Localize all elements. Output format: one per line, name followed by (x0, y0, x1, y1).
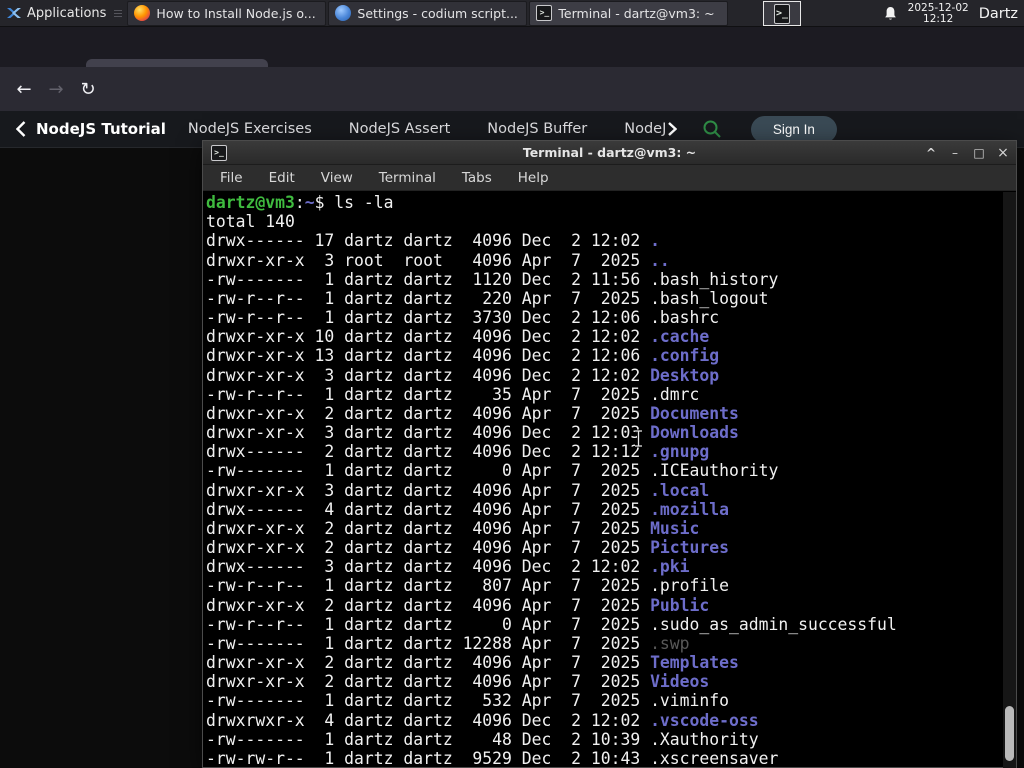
terminal-file-row: drwxr-xr-x 2 dartz dartz 4096 Apr 7 2025… (206, 653, 739, 673)
forward-button[interactable]: → (40, 74, 72, 106)
terminal-file-row: drwxr-xr-x 3 dartz dartz 4096 Apr 7 2025… (206, 480, 710, 500)
terminal-file-row: -rw-r--r-- 1 dartz dartz 35 Apr 7 2025 .… (206, 384, 700, 404)
terminal-total-line: total 140 (206, 212, 295, 232)
terminal-menu-tabs[interactable]: Tabs (462, 170, 492, 186)
shade-button[interactable]: ^ (924, 146, 938, 160)
terminal-menu-help[interactable]: Help (518, 170, 549, 186)
back-button[interactable]: ← (8, 74, 40, 106)
terminal-menu-file[interactable]: File (220, 170, 243, 186)
site-nav-link[interactable]: NodeJS Exercises (188, 121, 312, 137)
ibeam-cursor (633, 429, 644, 448)
terminal-file-row: drwxr-xr-x 3 dartz dartz 4096 Dec 2 12:0… (206, 423, 739, 443)
terminal-file-row: -rw-rw-r-- 1 dartz dartz 9529 Dec 2 10:4… (206, 748, 779, 767)
panel-handle (114, 4, 123, 22)
terminal-file-row: drwxr-xr-x 3 dartz dartz 4096 Dec 2 12:0… (206, 365, 720, 385)
terminal-file-row: -rw-r--r-- 1 dartz dartz 3730 Dec 2 12:0… (206, 308, 720, 328)
terminal-file-row: drwxr-xr-x 13 dartz dartz 4096 Dec 2 12:… (206, 346, 720, 366)
terminal-file-row: drwxr-xr-x 10 dartz dartz 4096 Dec 2 12:… (206, 327, 710, 347)
window-button-terminal[interactable]: >_ Terminal - dartz@vm3: ~ (529, 0, 729, 26)
terminal-titlebar[interactable]: >_ Terminal - dartz@vm3: ~ ^ – □ × (203, 141, 1016, 165)
distro-logo-icon (6, 5, 22, 21)
site-nav-link[interactable]: NodeJS Assert (349, 121, 451, 137)
terminal-file-row: drwxr-xr-x 2 dartz dartz 4096 Apr 7 2025… (206, 518, 700, 538)
terminal-file-row: -rw------- 1 dartz dartz 12288 Apr 7 202… (206, 633, 690, 653)
terminal-file-row: drwxrwxr-x 4 dartz dartz 4096 Dec 2 12:0… (206, 710, 759, 730)
terminal-file-row: -rw------- 1 dartz dartz 532 Apr 7 2025 … (206, 691, 730, 711)
clock[interactable]: 2025-12-02 12:12 (907, 1, 969, 25)
terminal-icon: >_ (774, 3, 790, 24)
nav-scroll-right-chevron-icon[interactable] (668, 122, 677, 136)
window-button-label: How to Install Node.js o... (156, 5, 316, 21)
applications-menu-label: Applications (27, 5, 107, 21)
vscodium-icon (335, 5, 352, 21)
user-indicator[interactable]: Dartz (979, 6, 1018, 22)
terminal-file-row: -rw-r--r-- 1 dartz dartz 220 Apr 7 2025 … (206, 288, 769, 308)
site-nav-link[interactable]: NodeJS Buffer (487, 121, 587, 137)
window-button-codium[interactable]: Settings - codium script... (328, 0, 528, 26)
terminal-file-row: drwx------ 2 dartz dartz 4096 Dec 2 12:1… (206, 442, 710, 462)
terminal-menu-view[interactable]: View (321, 170, 353, 186)
terminal-menubar: File Edit View Terminal Tabs Help (203, 165, 1016, 191)
terminal-file-row: -rw------- 1 dartz dartz 48 Dec 2 10:39 … (206, 729, 759, 749)
site-nav-links: NodeJS Exercises NodeJS Assert NodeJS Buff… (188, 121, 666, 137)
terminal-file-row: drwxr-xr-x 2 dartz dartz 4096 Apr 7 2025… (206, 595, 710, 615)
terminal-window: >_ Terminal - dartz@vm3: ~ ^ – □ × File E… (202, 140, 1017, 768)
applications-menu-button[interactable]: Applications (0, 0, 114, 27)
close-button[interactable]: × (996, 145, 1010, 161)
terminal-prompt-line: dartz@vm3:~$ ls -la (206, 193, 394, 212)
terminal-menu-terminal[interactable]: Terminal (379, 170, 436, 186)
terminal-file-row: -rw------- 1 dartz dartz 0 Apr 7 2025 .I… (206, 461, 779, 481)
terminal-icon: >_ (536, 5, 553, 21)
notification-bell-icon[interactable] (883, 6, 898, 22)
terminal-menu-edit[interactable]: Edit (269, 170, 295, 186)
browser-toolbar: ← → ↻ https://www.geeksforgeeks.org/node… (0, 67, 1024, 173)
terminal-title: Terminal - dartz@vm3: ~ (522, 145, 697, 160)
top-panel: Applications How to Install Node.js o...… (0, 0, 1024, 27)
terminal-file-row: drwx------ 4 dartz dartz 4096 Apr 7 2025… (206, 499, 730, 519)
minimize-button[interactable]: – (948, 146, 962, 160)
window-button-firefox[interactable]: How to Install Node.js o... (127, 0, 327, 26)
browser-tab-bar: How to Install Node.js on × + – □ × (0, 27, 1024, 90)
firefox-icon (134, 5, 151, 21)
terminal-file-row: drwxr-xr-x 2 dartz dartz 4096 Apr 7 2025… (206, 538, 730, 558)
nav-scroll-left-chevron-icon[interactable] (16, 121, 26, 137)
terminal-file-row: -rw------- 1 dartz dartz 1120 Dec 2 11:5… (206, 269, 779, 289)
sign-in-button[interactable]: Sign In (750, 115, 837, 143)
terminal-file-row: drwx------ 17 dartz dartz 4096 Dec 2 12:… (206, 231, 660, 251)
system-tray: 2025-12-02 12:12 Dartz (883, 0, 1024, 27)
site-nav-link[interactable]: NodeJS Console (624, 121, 666, 137)
terminal-file-row: -rw-r--r-- 1 dartz dartz 0 Apr 7 2025 .s… (206, 614, 897, 634)
desktop: Applications How to Install Node.js o...… (0, 0, 1024, 768)
reload-button[interactable]: ↻ (72, 74, 104, 106)
terminal-file-row: -rw-r--r-- 1 dartz dartz 807 Apr 7 2025 … (206, 576, 730, 596)
window-button-label: Terminal - dartz@vm3: ~ (558, 5, 715, 21)
terminal-window-controls: ^ – □ × (924, 141, 1010, 165)
terminal-file-row: drwxr-xr-x 2 dartz dartz 4096 Apr 7 2025… (206, 672, 710, 692)
terminal-file-row: drwxr-xr-x 3 root root 4096 Apr 7 2025 .… (206, 250, 670, 270)
terminal-file-row: drwx------ 3 dartz dartz 4096 Dec 2 12:0… (206, 557, 690, 577)
terminal-launcher[interactable]: >_ (763, 1, 801, 26)
terminal-file-row: drwxr-xr-x 2 dartz dartz 4096 Apr 7 2025… (206, 403, 739, 423)
window-button-label: Settings - codium script... (357, 5, 518, 21)
search-icon[interactable] (699, 116, 725, 142)
maximize-button[interactable]: □ (972, 146, 986, 160)
scrollbar[interactable] (1003, 192, 1016, 768)
site-nav-primary-link[interactable]: NodeJS Tutorial (36, 120, 166, 138)
clock-date: 2025-12-02 (907, 1, 969, 14)
scrollbar-thumb[interactable] (1005, 706, 1014, 761)
terminal-output[interactable]: dartz@vm3:~$ ls -la total 140 drwx------… (203, 191, 1016, 767)
clock-time: 12:12 (923, 12, 954, 25)
